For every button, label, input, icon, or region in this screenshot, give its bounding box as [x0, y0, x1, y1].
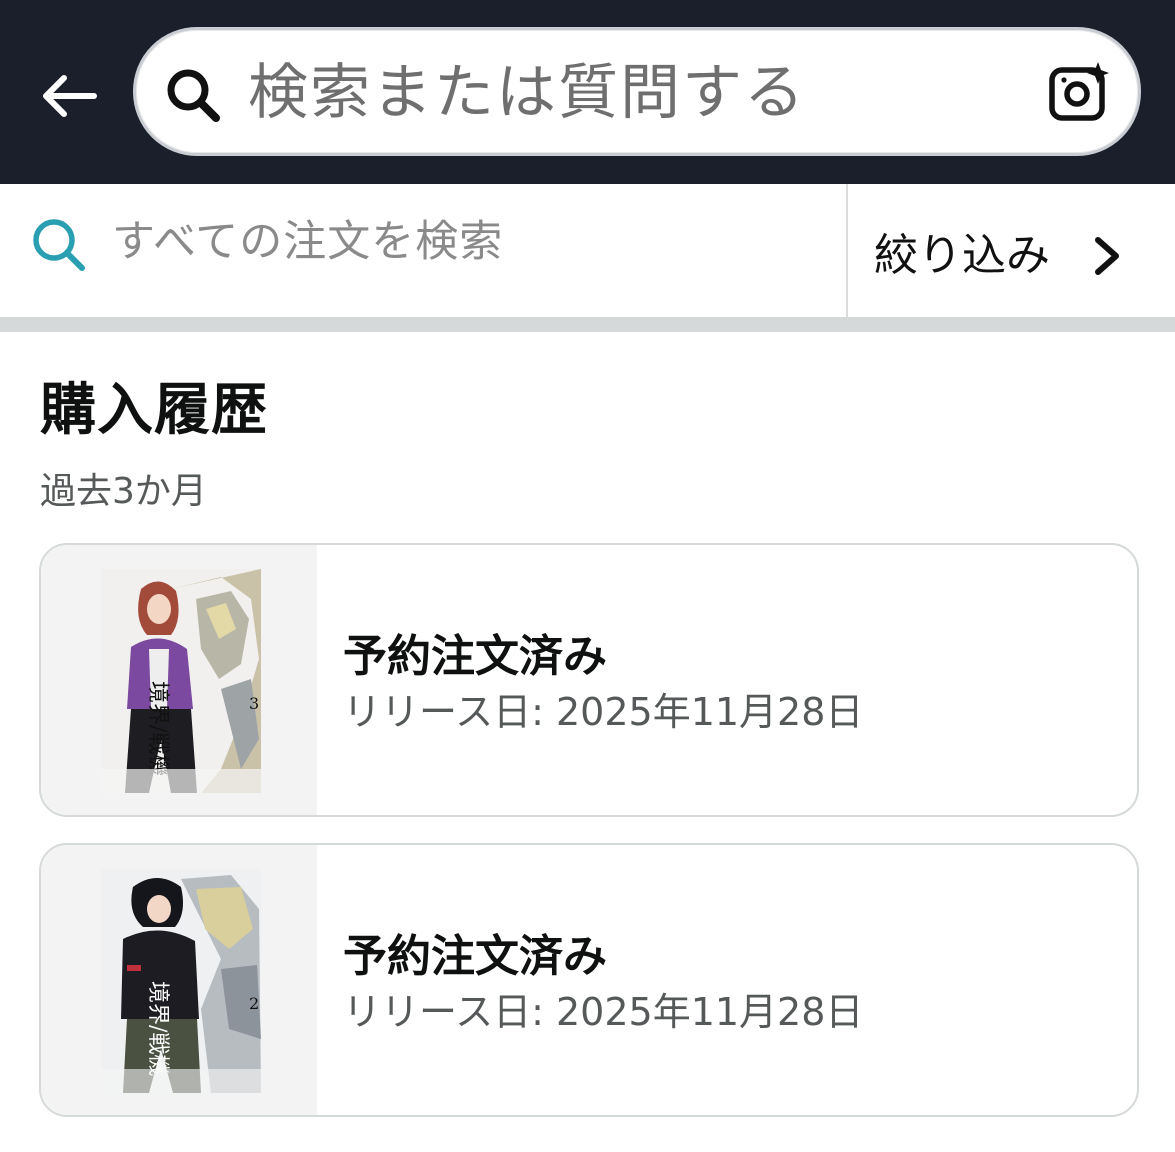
top-app-bar: 検索または質問する	[0, 0, 1175, 184]
order-status: 予約注文済み	[343, 931, 607, 982]
cover-volume: 3	[249, 694, 259, 713]
main-search-placeholder: 検索または質問する	[248, 58, 806, 128]
section-separator	[0, 317, 1175, 332]
period-filter-label: 過去3か月	[40, 471, 207, 512]
search-icon	[33, 219, 85, 271]
order-search-placeholder: すべての注文を検索	[112, 217, 504, 267]
book-cover-image: 境界/戦機 3	[101, 569, 261, 793]
cover-volume: 2	[249, 994, 259, 1013]
search-icon	[167, 69, 220, 122]
cover-title: 境界/戦機	[145, 681, 170, 776]
main-search-bar[interactable]: 検索または質問する	[133, 27, 1141, 156]
back-arrow-icon	[43, 75, 97, 117]
release-date: 2025年11月28日	[555, 990, 864, 1034]
order-card[interactable]: 境界/戦機 3 予約注文済み リリース日: 2025年11月28日	[39, 543, 1139, 817]
release-label: リリース日:	[343, 990, 556, 1034]
product-thumbnail: 境界/戦機 2	[41, 845, 317, 1115]
order-status: 予約注文済み	[343, 631, 607, 682]
release-label: リリース日:	[343, 690, 556, 734]
back-button[interactable]	[28, 56, 108, 136]
camera-sparkle-icon[interactable]	[1048, 60, 1112, 124]
product-thumbnail: 境界/戦機 3	[41, 545, 317, 815]
cover-title: 境界/戦機	[145, 981, 170, 1076]
order-search-input[interactable]: すべての注文を検索	[0, 184, 846, 317]
release-date-line: リリース日: 2025年11月28日	[343, 689, 863, 735]
order-search-row: すべての注文を検索 絞り込み	[0, 184, 1175, 317]
filter-button[interactable]: 絞り込み	[848, 184, 1175, 317]
release-date: 2025年11月28日	[555, 690, 864, 734]
book-cover-image: 境界/戦機 2	[101, 869, 261, 1093]
release-date-line: リリース日: 2025年11月28日	[343, 989, 863, 1035]
order-card[interactable]: 境界/戦機 2 予約注文済み リリース日: 2025年11月28日	[39, 843, 1139, 1117]
chevron-right-icon	[1095, 237, 1119, 275]
page-title: 購入履歴	[40, 378, 268, 443]
filter-label: 絞り込み	[874, 230, 1050, 281]
